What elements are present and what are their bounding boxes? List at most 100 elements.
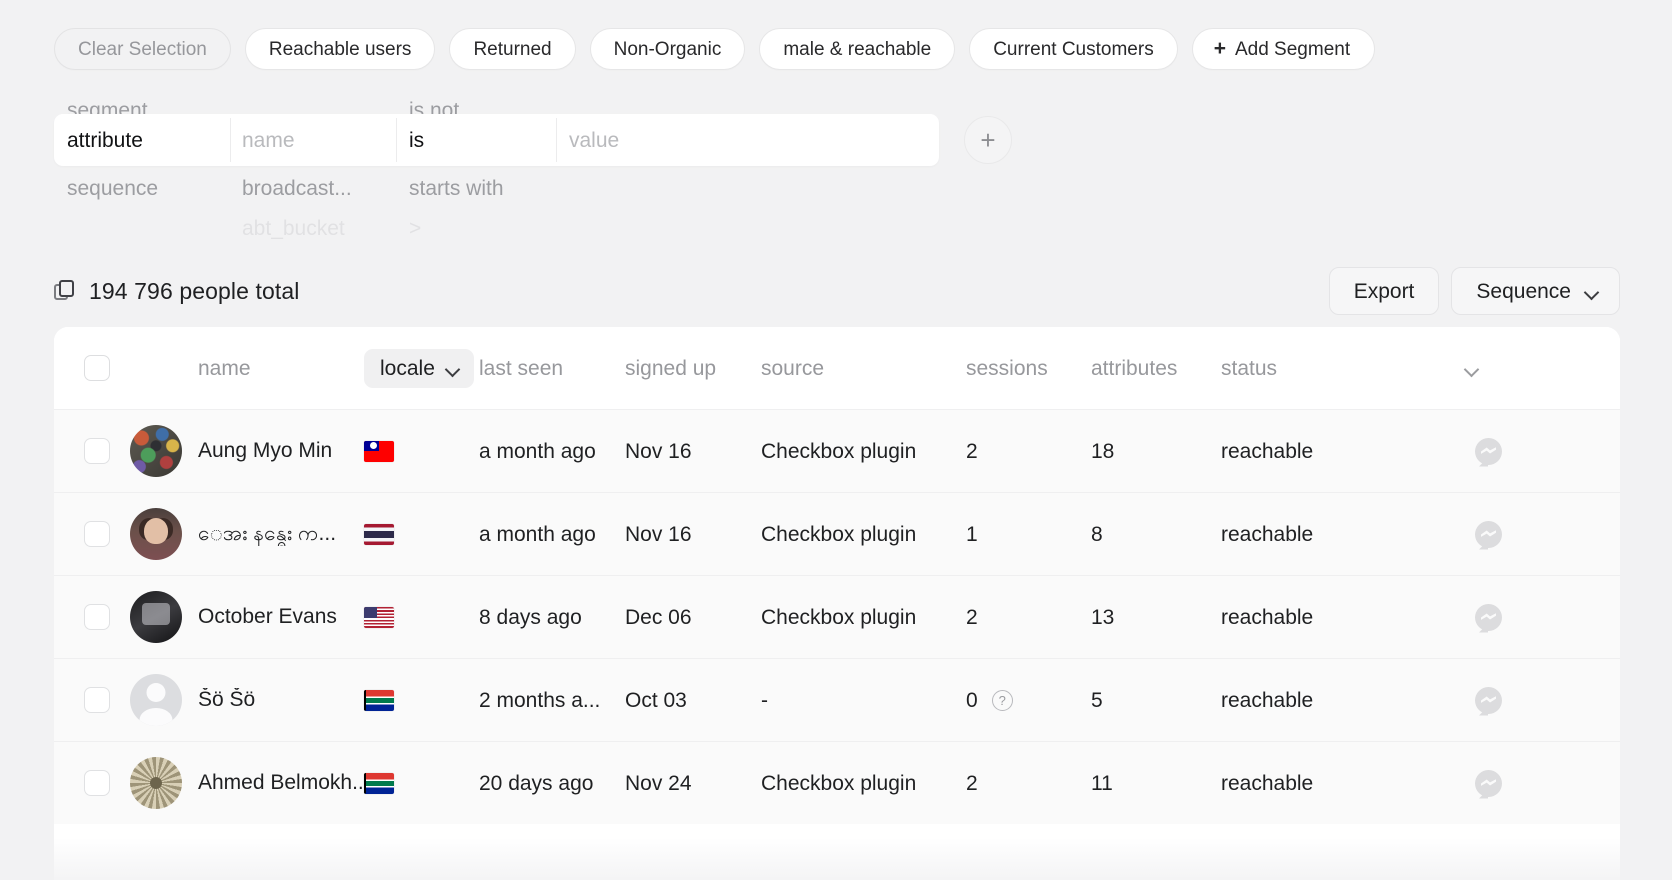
people-table-page: Clear Selection Reachable users Returned… <box>0 0 1672 880</box>
sessions-value: 0 <box>966 688 978 712</box>
cell-name[interactable]: ေအး နန္ဓေး က... <box>192 522 364 545</box>
column-header-name[interactable]: name <box>192 358 364 379</box>
avatar-placeholder <box>130 674 182 726</box>
cell-channel <box>1451 437 1620 467</box>
attributes-value: 18 <box>1091 439 1115 463</box>
table-row[interactable]: Ahmed Belmokh... 20 days ago Nov 24 Chec… <box>54 741 1620 824</box>
column-header-attributes[interactable]: attributes <box>1091 358 1221 379</box>
row-checkbox[interactable] <box>84 770 110 796</box>
copy-icon[interactable] <box>54 280 76 302</box>
avatar-cell <box>120 591 192 643</box>
flag-th-icon <box>364 523 394 545</box>
people-table: name locale last seen signed up source s… <box>54 327 1620 880</box>
cell-locale <box>364 523 479 545</box>
chevron-down-icon <box>446 364 460 373</box>
row-select-cell <box>54 770 120 796</box>
segment-chip-current-customers[interactable]: Current Customers <box>969 28 1178 70</box>
cell-source: - <box>761 688 768 712</box>
cell-locale <box>364 689 479 711</box>
messenger-icon[interactable] <box>1475 686 1502 716</box>
cell-attributes: 11 <box>1091 773 1221 794</box>
messenger-icon[interactable] <box>1475 520 1502 550</box>
people-total: 194 796 people total <box>54 279 299 303</box>
sequence-button[interactable]: Sequence <box>1451 267 1620 315</box>
cell-name[interactable]: Šö Šö <box>192 688 364 711</box>
attributes-value: 11 <box>1091 771 1113 795</box>
filter-type-select[interactable]: attribute <box>54 114 230 166</box>
segment-chip-reachable-users[interactable]: Reachable users <box>244 28 436 70</box>
cell-attributes: 13 <box>1091 607 1221 628</box>
cell-signed-up: Dec 06 <box>625 605 692 629</box>
filter-name-input[interactable]: name <box>230 114 396 166</box>
filter-operator-option-greater-than[interactable]: > <box>396 218 556 239</box>
cell-locale <box>364 606 479 628</box>
segment-chip-male-and-reachable[interactable]: male & reachable <box>759 28 956 70</box>
cell-source: Checkbox plugin <box>761 439 917 463</box>
row-checkbox[interactable] <box>84 604 110 630</box>
cell-signed-up: Nov 16 <box>625 522 692 546</box>
column-header-signed-up[interactable]: signed up <box>625 358 761 379</box>
attributes-value: 5 <box>1091 688 1103 712</box>
table-row[interactable]: October Evans 8 days ago Dec 06 Checkbox… <box>54 575 1620 658</box>
table-row[interactable]: ေအး နန္ဓေး က... a month ago Nov 16 Check… <box>54 492 1620 575</box>
export-button[interactable]: Export <box>1328 267 1440 315</box>
column-options-chevron-down-icon[interactable] <box>1465 364 1479 373</box>
cell-sessions: 2 <box>966 441 1091 462</box>
cell-signed-up: Nov 24 <box>625 771 692 795</box>
row-select-cell <box>54 438 120 464</box>
table-row[interactable]: Šö Šö 2 months a... Oct 03 - 0 ? 5 reach… <box>54 658 1620 741</box>
avatar <box>130 757 182 809</box>
clear-selection-button[interactable]: Clear Selection <box>54 28 231 70</box>
add-filter-button[interactable]: + <box>964 116 1012 164</box>
row-checkbox[interactable] <box>84 687 110 713</box>
select-all-checkbox[interactable] <box>84 355 110 381</box>
cell-sessions: 0 ? <box>966 688 1091 712</box>
row-select-cell <box>54 521 120 547</box>
messenger-icon[interactable] <box>1475 603 1502 633</box>
plus-icon: + <box>1213 36 1226 60</box>
sequence-label: Sequence <box>1476 279 1571 303</box>
cell-signed-up: Oct 03 <box>625 688 687 712</box>
cell-name[interactable]: Ahmed Belmokh... <box>192 771 364 794</box>
cell-locale <box>364 772 479 794</box>
cell-name[interactable]: Aung Myo Min <box>192 439 364 462</box>
segment-chip-non-organic[interactable]: Non-Organic <box>589 28 746 70</box>
flag-za-icon <box>364 772 394 794</box>
filter-option-row-below[interactable]: sequence broadcast... starts with <box>54 166 1014 210</box>
select-all-cell <box>54 355 120 381</box>
table-row[interactable]: Aung Myo Min a month ago Nov 16 Checkbox… <box>54 409 1620 492</box>
cell-channel <box>1451 769 1620 799</box>
filter-option-row-below-2[interactable]: abt_bucket > <box>54 206 1014 250</box>
sessions-value: 1 <box>966 522 978 546</box>
avatar-cell <box>120 757 192 809</box>
cell-last-seen: 20 days ago <box>479 771 594 795</box>
column-header-status[interactable]: status <box>1221 358 1451 379</box>
cell-sessions: 1 <box>966 524 1091 545</box>
column-header-last-seen[interactable]: last seen <box>479 358 625 379</box>
column-header-source[interactable]: source <box>761 358 966 379</box>
sessions-value: 2 <box>966 605 978 629</box>
filter-value-input[interactable]: value <box>556 114 939 166</box>
messenger-icon[interactable] <box>1475 769 1502 799</box>
avatar <box>130 508 182 560</box>
filter-operator-option-starts-with[interactable]: starts with <box>396 178 556 199</box>
segment-bar: Clear Selection Reachable users Returned… <box>54 28 1376 70</box>
add-segment-button[interactable]: + Add Segment <box>1191 28 1376 70</box>
column-header-sessions[interactable]: sessions <box>966 358 1091 379</box>
filter-name-option-abt-bucket[interactable]: abt_bucket <box>230 218 396 239</box>
row-checkbox[interactable] <box>84 521 110 547</box>
attributes-value: 13 <box>1091 605 1115 629</box>
totals-actions: Export Sequence <box>1328 267 1620 315</box>
row-checkbox[interactable] <box>84 438 110 464</box>
chevron-down-icon <box>1585 287 1599 296</box>
filter-operator-select[interactable]: is <box>396 114 556 166</box>
filter-type-option-sequence[interactable]: sequence <box>54 178 230 199</box>
segment-chip-returned[interactable]: Returned <box>449 28 576 70</box>
messenger-icon[interactable] <box>1475 437 1502 467</box>
help-circle-icon[interactable]: ? <box>991 689 1013 711</box>
cell-name[interactable]: October Evans <box>192 605 364 628</box>
cell-last-seen: 2 months a... <box>479 688 601 712</box>
filter-current-row[interactable]: attribute name is value <box>54 114 939 166</box>
column-header-locale[interactable]: locale <box>364 348 474 388</box>
filter-name-option-broadcast[interactable]: broadcast... <box>230 178 396 199</box>
